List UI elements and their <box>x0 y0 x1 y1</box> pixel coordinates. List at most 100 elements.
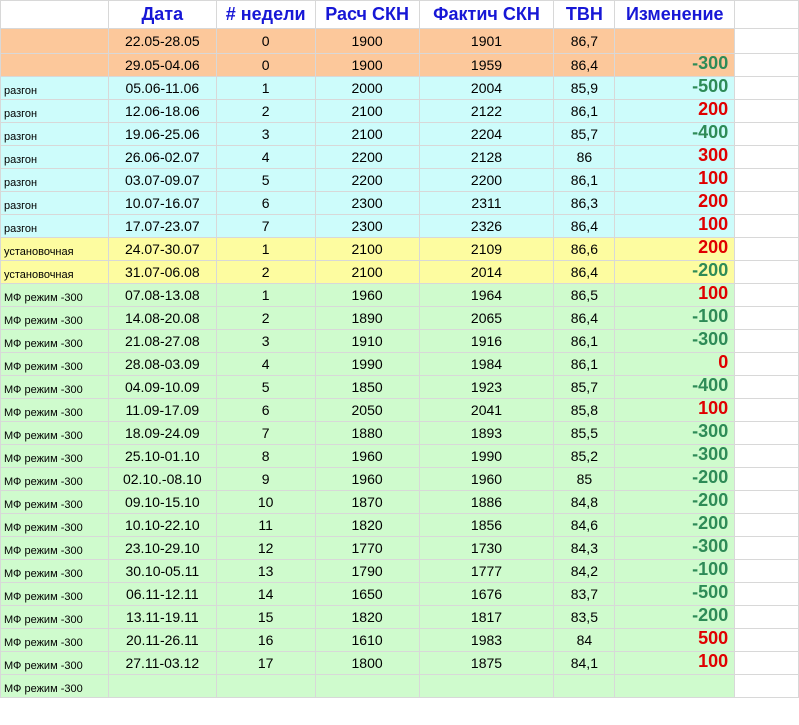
change-cell[interactable]: -200 <box>614 260 736 284</box>
fact-skn-cell[interactable]: 1817 <box>418 605 555 629</box>
calc-skn-cell[interactable]: 1960 <box>314 444 420 468</box>
change-cell[interactable]: -200 <box>614 467 736 491</box>
row-label-cell[interactable]: МФ режим -300 <box>0 628 109 652</box>
row-label-cell[interactable]: разгон <box>0 145 109 169</box>
row-label-cell[interactable]: МФ режим -300 <box>0 651 109 675</box>
fact-skn-cell[interactable]: 2204 <box>418 122 555 146</box>
date-cell[interactable]: 24.07-30.07 <box>107 237 217 261</box>
tvn-cell[interactable]: 84,2 <box>553 559 616 583</box>
fact-skn-cell[interactable]: 2065 <box>418 306 555 330</box>
row-label-cell[interactable]: МФ режим -300 <box>0 329 109 353</box>
date-cell[interactable]: 10.07-16.07 <box>107 191 217 215</box>
change-cell[interactable]: -500 <box>614 76 736 100</box>
week-cell[interactable]: 2 <box>215 260 316 284</box>
empty-cell[interactable] <box>734 99 799 123</box>
change-cell[interactable]: -200 <box>614 605 736 629</box>
calc-skn-cell[interactable]: 2100 <box>314 99 420 123</box>
week-cell[interactable]: 1 <box>215 237 316 261</box>
date-cell[interactable]: 06.11-12.11 <box>107 582 217 606</box>
fact-skn-cell[interactable]: 2200 <box>418 168 555 192</box>
fact-skn-cell[interactable]: 1984 <box>418 352 555 376</box>
week-cell[interactable]: 1 <box>215 76 316 100</box>
tvn-cell[interactable]: 85,2 <box>553 444 616 468</box>
calc-skn-cell[interactable]: 1900 <box>314 53 420 77</box>
calc-skn-cell[interactable]: 1880 <box>314 421 420 445</box>
change-cell[interactable]: 100 <box>614 651 736 675</box>
fact-skn-cell[interactable]: 1676 <box>418 582 555 606</box>
empty-cell[interactable] <box>734 214 799 238</box>
week-cell[interactable]: 1 <box>215 283 316 307</box>
header-calc-skn[interactable]: Расч СКН <box>314 0 420 29</box>
week-cell[interactable]: 12 <box>215 536 316 560</box>
fact-skn-cell[interactable]: 1856 <box>418 513 555 537</box>
calc-skn-cell[interactable]: 2200 <box>314 168 420 192</box>
header-cell-empty[interactable] <box>0 0 109 29</box>
date-cell[interactable]: 12.06-18.06 <box>107 99 217 123</box>
tvn-cell[interactable]: 84,6 <box>553 513 616 537</box>
row-label-cell[interactable]: МФ режим -300 <box>0 352 109 376</box>
row-label-cell[interactable]: МФ режим -300 <box>0 513 109 537</box>
header-date[interactable]: Дата <box>107 0 217 29</box>
calc-skn-cell[interactable]: 1870 <box>314 490 420 514</box>
row-label-cell[interactable]: МФ режим -300 <box>0 444 109 468</box>
change-cell[interactable]: -200 <box>614 513 736 537</box>
change-cell[interactable]: 500 <box>614 628 736 652</box>
date-cell[interactable]: 30.10-05.11 <box>107 559 217 583</box>
change-cell[interactable]: -500 <box>614 582 736 606</box>
empty-cell[interactable] <box>734 398 799 422</box>
tvn-cell[interactable]: 86,4 <box>553 260 616 284</box>
empty-cell[interactable] <box>734 421 799 445</box>
calc-skn-cell[interactable]: 1960 <box>314 283 420 307</box>
row-label-cell[interactable]: МФ режим -300 <box>0 559 109 583</box>
header-cell-extra[interactable] <box>734 0 799 29</box>
calc-skn-cell[interactable]: 2300 <box>314 191 420 215</box>
empty-cell[interactable] <box>734 53 799 77</box>
week-cell[interactable]: 7 <box>215 421 316 445</box>
tvn-cell[interactable]: 85 <box>553 467 616 491</box>
tvn-cell[interactable]: 86,3 <box>553 191 616 215</box>
date-cell[interactable]: 13.11-19.11 <box>107 605 217 629</box>
tvn-cell[interactable]: 85,9 <box>553 76 616 100</box>
calc-skn-cell[interactable]: 2000 <box>314 76 420 100</box>
empty-cell[interactable] <box>734 145 799 169</box>
row-label-cell[interactable]: МФ режим -300 <box>0 375 109 399</box>
fact-skn-cell[interactable]: 1875 <box>418 651 555 675</box>
tvn-cell[interactable]: 83,7 <box>553 582 616 606</box>
date-cell[interactable]: 03.07-09.07 <box>107 168 217 192</box>
fact-skn-cell[interactable]: 1990 <box>418 444 555 468</box>
empty-cell[interactable] <box>734 260 799 284</box>
row-label-cell[interactable]: установочная <box>0 237 109 261</box>
header-tvn[interactable]: ТВН <box>553 0 616 29</box>
tvn-cell[interactable]: 85,8 <box>553 398 616 422</box>
date-cell[interactable]: 17.07-23.07 <box>107 214 217 238</box>
week-cell[interactable]: 3 <box>215 329 316 353</box>
week-cell[interactable]: 0 <box>215 28 316 54</box>
date-cell[interactable]: 23.10-29.10 <box>107 536 217 560</box>
fact-skn-cell[interactable]: 1777 <box>418 559 555 583</box>
fact-skn-cell[interactable]: 2311 <box>418 191 555 215</box>
fact-skn-cell[interactable]: 1730 <box>418 536 555 560</box>
week-cell[interactable]: 11 <box>215 513 316 537</box>
fact-skn-cell[interactable]: 1959 <box>418 53 555 77</box>
tvn-cell[interactable]: 86,1 <box>553 99 616 123</box>
empty-cell[interactable] <box>734 76 799 100</box>
change-cell[interactable]: 100 <box>614 214 736 238</box>
date-cell[interactable] <box>107 674 217 698</box>
week-cell[interactable]: 2 <box>215 99 316 123</box>
empty-cell[interactable] <box>734 168 799 192</box>
calc-skn-cell[interactable]: 2100 <box>314 122 420 146</box>
tvn-cell[interactable]: 86 <box>553 145 616 169</box>
row-label-cell[interactable]: МФ режим -300 <box>0 398 109 422</box>
row-label-cell[interactable]: МФ режим -300 <box>0 467 109 491</box>
change-cell[interactable] <box>614 28 736 54</box>
empty-cell[interactable] <box>734 191 799 215</box>
change-cell[interactable]: -400 <box>614 122 736 146</box>
tvn-cell[interactable]: 83,5 <box>553 605 616 629</box>
row-label-cell[interactable]: разгон <box>0 99 109 123</box>
calc-skn-cell[interactable]: 2200 <box>314 145 420 169</box>
calc-skn-cell[interactable]: 2050 <box>314 398 420 422</box>
header-fact-skn[interactable]: Фактич СКН <box>418 0 555 29</box>
tvn-cell[interactable]: 86,1 <box>553 352 616 376</box>
change-cell[interactable]: -400 <box>614 375 736 399</box>
change-cell[interactable]: 0 <box>614 352 736 376</box>
